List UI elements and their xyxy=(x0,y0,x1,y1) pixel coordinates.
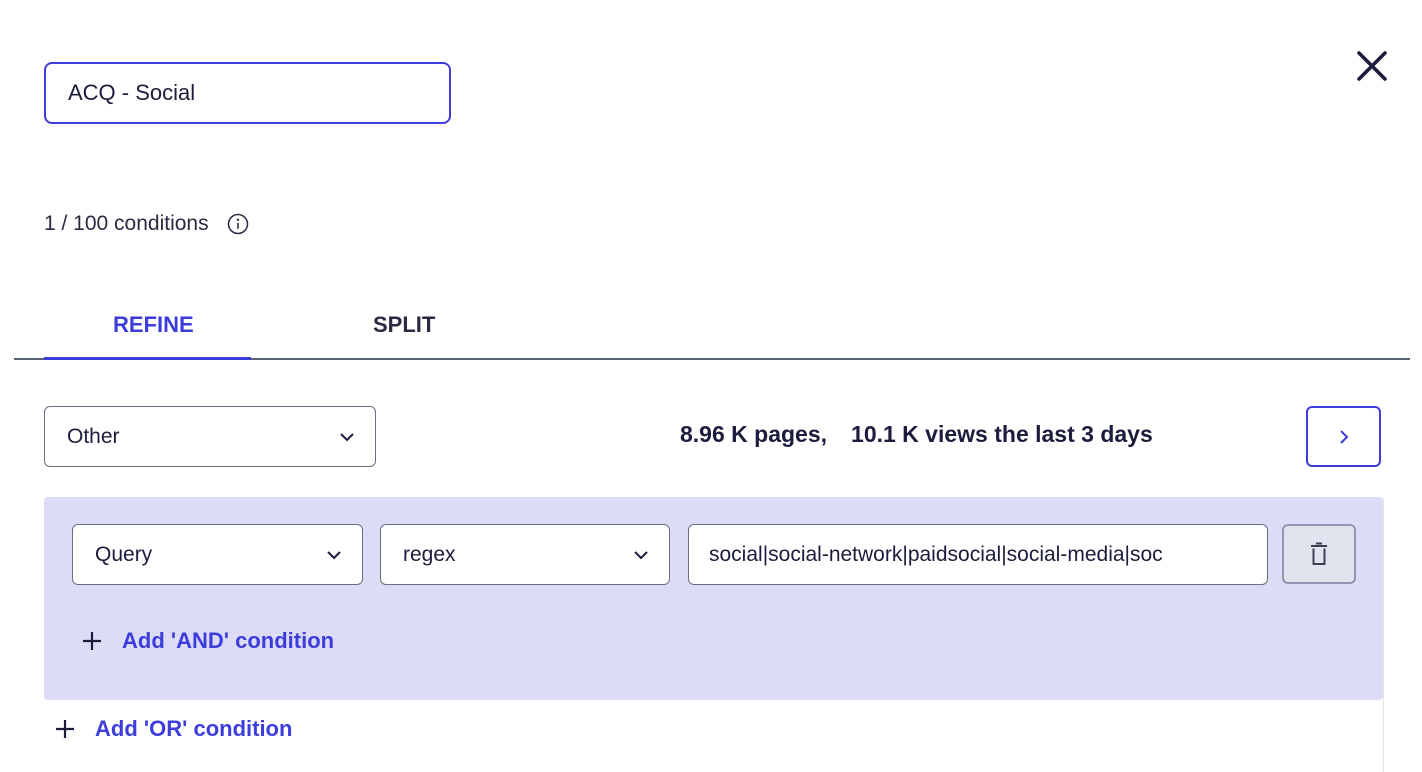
tab-bar: REFINE SPLIT xyxy=(0,300,1410,360)
scope-select[interactable]: Other xyxy=(44,406,376,467)
scope-select-value: Other xyxy=(67,424,120,448)
plus-icon xyxy=(82,631,102,651)
trash-icon xyxy=(1311,542,1327,565)
segment-editor: 1 / 100 conditions REFINE SPLIT Other 8.… xyxy=(0,0,1422,772)
tab-refine[interactable]: REFINE xyxy=(113,312,194,338)
field-select-value: Query xyxy=(95,542,153,566)
add-and-condition-link[interactable]: Add 'AND' condition xyxy=(82,628,334,654)
condition-field-select[interactable]: Query xyxy=(72,524,363,585)
views-count: 10.1 K views the last 3 days xyxy=(851,421,1153,447)
add-or-condition-link[interactable]: Add 'OR' condition xyxy=(55,716,292,742)
chevron-right-icon xyxy=(1339,429,1348,444)
operator-select-value: regex xyxy=(403,542,456,566)
conditions-count-label: 1 / 100 conditions xyxy=(44,212,209,235)
pages-count: 8.96 K pages, xyxy=(680,421,828,447)
chevron-down-icon xyxy=(339,432,355,442)
close-icon xyxy=(1357,51,1387,81)
chevron-down-icon xyxy=(326,550,342,560)
next-button[interactable] xyxy=(1306,406,1381,467)
scrollbar-track[interactable] xyxy=(1383,497,1384,772)
conditions-counter: 1 / 100 conditions xyxy=(44,212,249,236)
plus-icon xyxy=(55,719,75,739)
segment-name-input[interactable] xyxy=(44,62,451,124)
segment-stats: 8.96 K pages, 10.1 K views the last 3 day… xyxy=(680,421,1153,448)
close-button[interactable] xyxy=(1352,46,1392,86)
condition-value-input[interactable] xyxy=(688,524,1268,585)
info-icon[interactable] xyxy=(227,213,249,235)
delete-condition-button[interactable] xyxy=(1282,524,1356,584)
add-or-label: Add 'OR' condition xyxy=(95,716,293,741)
condition-operator-select[interactable]: regex xyxy=(380,524,670,585)
active-tab-indicator xyxy=(44,357,251,360)
add-and-label: Add 'AND' condition xyxy=(122,628,335,653)
chevron-down-icon xyxy=(633,550,649,560)
tab-split[interactable]: SPLIT xyxy=(373,312,435,338)
